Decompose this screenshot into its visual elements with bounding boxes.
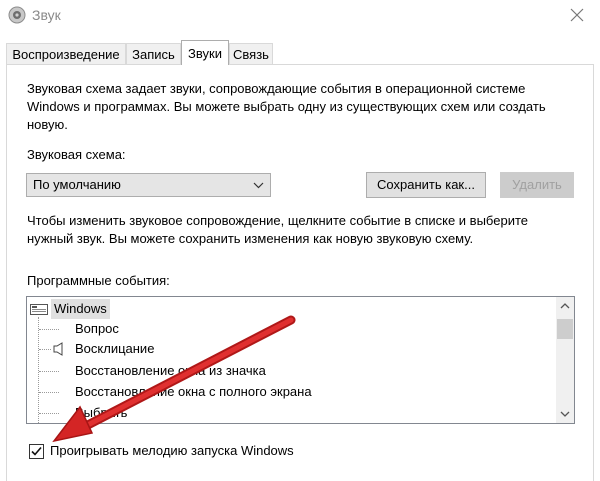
scroll-down-button[interactable] xyxy=(556,405,574,423)
tab-sounds[interactable]: Звуки xyxy=(181,40,229,65)
delete-button[interactable]: Удалить xyxy=(500,172,574,198)
window-icon xyxy=(30,304,48,315)
sound-scheme-value: По умолчанию xyxy=(33,177,121,192)
scroll-thumb[interactable] xyxy=(557,319,573,339)
startup-sound-checkbox[interactable] xyxy=(29,444,44,459)
hint-line: нужный звук. Вы можете сохранить изменен… xyxy=(27,231,474,246)
description-line: новую. xyxy=(27,117,68,132)
chevron-down-icon xyxy=(253,182,264,189)
tab-playback[interactable]: Воспроизведение xyxy=(6,43,126,64)
events-label: Программные события: xyxy=(27,273,170,288)
close-button[interactable] xyxy=(554,0,600,30)
checkmark-icon xyxy=(31,446,42,456)
speaker-icon xyxy=(53,342,65,359)
tree-root-windows[interactable]: Windows xyxy=(27,299,557,319)
tree-item[interactable]: Восстановление окна с полного экрана xyxy=(75,382,312,402)
vertical-scrollbar[interactable] xyxy=(556,297,574,423)
tree-branch xyxy=(39,349,51,350)
sound-scheme-select[interactable]: По умолчанию xyxy=(26,173,271,197)
tree-item[interactable]: Выбрать xyxy=(75,403,127,423)
tree-branch xyxy=(39,413,59,414)
tab-recording[interactable]: Запись xyxy=(126,43,181,64)
speaker-icon xyxy=(8,6,26,24)
tree-branch xyxy=(39,329,59,330)
tab-strip: Воспроизведение Запись Звуки Связь xyxy=(0,40,600,65)
program-events-list[interactable]: Windows Вопрос Восклицание Восстановлени… xyxy=(26,296,575,424)
startup-sound-label: Проигрывать мелодию запуска Windows xyxy=(50,443,294,458)
tree-item[interactable]: Восстановление окна из значка xyxy=(75,361,266,381)
description-line: Звуковая схема задает звуки, сопровождаю… xyxy=(27,81,526,96)
scheme-description: Звуковая схема задает звуки, сопровождаю… xyxy=(27,80,546,134)
change-hint: Чтобы изменить звуковое сопровождение, щ… xyxy=(27,212,528,248)
title-bar: Звук xyxy=(0,0,600,30)
window-title: Звук xyxy=(32,7,61,23)
scheme-label: Звуковая схема: xyxy=(27,147,126,162)
chevron-up-icon xyxy=(560,303,570,309)
tree-item[interactable]: Восклицание xyxy=(75,339,154,359)
description-line: Windows и программах. Вы можете выбрать … xyxy=(27,99,546,114)
tree-branch xyxy=(39,371,59,372)
tree-branch xyxy=(39,392,59,393)
hint-line: Чтобы изменить звуковое сопровождение, щ… xyxy=(27,213,528,228)
save-as-button[interactable]: Сохранить как... xyxy=(366,172,486,198)
tree-root-label: Windows xyxy=(51,299,110,319)
scroll-up-button[interactable] xyxy=(556,297,574,315)
close-icon xyxy=(570,8,584,22)
tab-communications[interactable]: Связь xyxy=(229,43,273,64)
tree-item[interactable]: Вопрос xyxy=(75,319,119,339)
chevron-down-icon xyxy=(560,411,570,417)
